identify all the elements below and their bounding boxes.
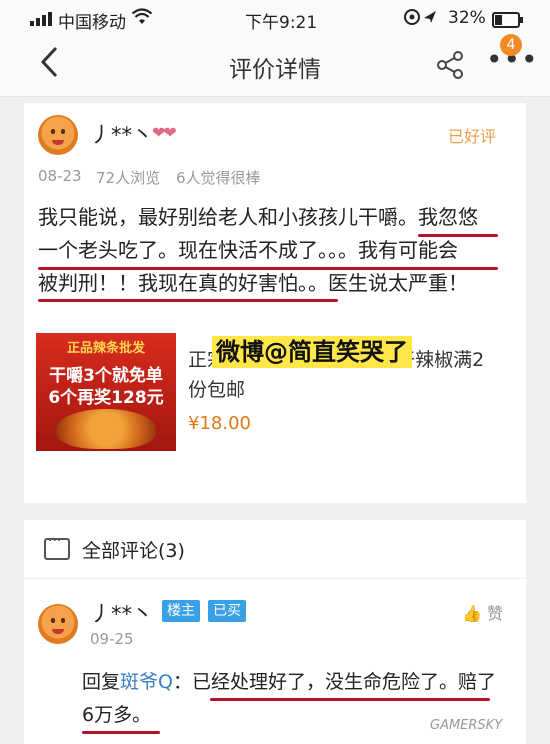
avatar[interactable]: [38, 115, 78, 155]
highlight-underline: [418, 234, 498, 237]
review-line-3: 被判刑！！我现在真的好害怕。。医生说太严重！: [38, 271, 468, 295]
wifi-icon: [131, 8, 153, 31]
review-line-1: 我只能说，最好别给老人和小孩孩儿干嚼。我忽悠: [38, 205, 478, 229]
comment-icon: [44, 533, 70, 560]
comments-section: 全部评论(3) 丿**丶 楼主 已买 👍 赞 09-25 回复斑爷Q：已经处理好…: [24, 520, 526, 744]
notification-badge: 4: [500, 34, 522, 56]
review-date: 08-23: [38, 167, 82, 185]
thumbs-up-icon: 👍: [462, 604, 482, 623]
review-status: 已好评: [448, 127, 497, 146]
reply-prefix: 回复: [82, 671, 121, 693]
battery-percent: 32%: [448, 8, 486, 28]
heart-icon: ❤❤: [152, 123, 177, 142]
comment-text: ：已经处理好了，没生命危险了。赔了: [172, 671, 496, 693]
weibo-watermark: 微博@简直笑哭了: [212, 336, 412, 368]
view-count: 72人浏览: [96, 169, 161, 187]
page-title: 评价详情: [229, 57, 321, 83]
highlight-underline: [38, 299, 338, 302]
commenter-name[interactable]: 丿**丶: [90, 598, 153, 628]
battery-icon: [492, 12, 523, 28]
highlight-underline: [38, 267, 498, 270]
carrier-name: 中国移动: [58, 13, 126, 33]
location-icon: [404, 8, 440, 31]
mention-link[interactable]: 斑爷Q: [120, 671, 173, 693]
comment-date: 09-25: [90, 630, 134, 648]
avatar[interactable]: [38, 604, 78, 644]
highlight-underline: [82, 731, 160, 734]
review-card: 丿**丶 ❤❤ 已好评 08-23 72人浏览 6人觉得很棒 我只能说，最好别给…: [24, 103, 526, 503]
food-graphic: [56, 409, 156, 449]
divider: [24, 578, 526, 579]
like-button[interactable]: 👍 赞: [462, 600, 503, 624]
comment-line-2: 6万多。: [82, 704, 152, 726]
review-line-2: 一个老头吃了。现在快活不成了。。。我有可能会: [38, 238, 458, 262]
share-icon[interactable]: [436, 50, 466, 84]
like-label: 赞: [487, 604, 504, 623]
product-price: ¥18.00: [188, 413, 251, 434]
reviewer-name[interactable]: 丿**丶: [90, 119, 153, 149]
status-time: 下午9:21: [245, 13, 318, 33]
comments-title: 全部评论(3): [82, 540, 185, 562]
helpful-count: 6人觉得很棒: [176, 169, 261, 187]
thumb-header: 正品辣条批发: [66, 341, 145, 356]
thumb-line-2: 6个再奖128元: [48, 388, 164, 408]
status-bar: 中国移动 下午9:21 32%: [0, 0, 550, 38]
source-watermark: GAMERSKY: [430, 718, 503, 733]
highlight-underline: [210, 698, 490, 701]
bought-badge: 已买: [208, 600, 246, 622]
product-image[interactable]: 正品辣条批发 干嚼3个就免单 6个再奖128元: [36, 333, 176, 451]
nav-bar: 评价详情 ••• 4: [0, 34, 550, 97]
comment-line-1: 回复斑爷Q：已经处理好了，没生命危险了。赔了: [82, 666, 496, 699]
owner-badge: 楼主: [162, 600, 200, 622]
signal-icon: [30, 12, 52, 26]
